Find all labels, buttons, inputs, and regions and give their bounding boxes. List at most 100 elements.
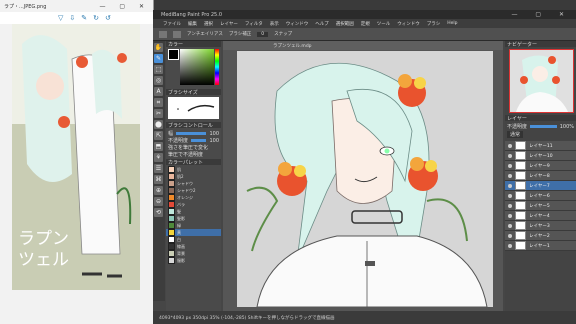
blend-mode-select[interactable]: 通常 [507,131,524,138]
stamp-tool-icon[interactable]: ⚘ [154,153,163,162]
undo-icon[interactable] [159,30,167,38]
palette-item-label: 服影 [177,257,185,263]
layer-row[interactable]: レイヤー9 [505,161,576,171]
menu-help[interactable]: ヘルプ [315,21,329,27]
palette-item[interactable]: シャドウ2 [166,187,221,194]
palette-item[interactable]: 白 [166,236,221,243]
antialias-label[interactable]: アンチエイリアス [187,31,223,37]
layer-row[interactable]: レイヤー2 [505,231,576,241]
menu-help-en[interactable]: Help [447,21,457,26]
brush-size-preview[interactable] [168,97,219,119]
eye-icon[interactable] [508,213,512,218]
menu-view[interactable]: 表示 [270,21,279,27]
layer-row[interactable]: レイヤー3 [505,221,576,231]
palette-item[interactable]: 線画 [166,243,221,250]
palette-item[interactable]: シャドウ [166,180,221,187]
palette-item[interactable]: 背景 [166,250,221,257]
gradient-tool-icon[interactable]: ⬒ [154,142,163,151]
brush-tool-icon[interactable]: ✎ [154,54,163,63]
opacity-slider-track[interactable] [191,139,207,142]
menu-edit[interactable]: 編集 [188,21,197,27]
eye-icon[interactable] [508,183,512,188]
width-slider-track[interactable] [176,132,207,135]
menu-window-2[interactable]: ウィンドウ [397,21,420,27]
eye-icon[interactable] [508,153,512,158]
layer-opacity-slider[interactable] [530,125,557,128]
zoom-out-icon[interactable]: ⊖ [154,197,163,206]
zoom-in-icon[interactable]: ⊕ [154,186,163,195]
layer-row[interactable]: レイヤー8 [505,171,576,181]
layer-row[interactable]: レイヤー7 [505,181,576,191]
cut-tool-icon[interactable]: ✂ [154,109,163,118]
eye-icon[interactable] [508,233,512,238]
layer-opacity-row[interactable]: 不透明度 100% [507,123,574,131]
pressure-size-checkbox[interactable]: 強さを筆圧で変化 [168,144,208,151]
rotate-left-icon[interactable]: ↺ [105,14,111,22]
app-window-controls[interactable]: — ▢ ✕ [511,11,576,18]
menu-tool[interactable]: ツール [377,21,391,27]
palette-item[interactable]: バラ [166,201,221,208]
transform-tool-icon[interactable]: ⌘ [154,175,163,184]
menu-layer[interactable]: レイヤー [220,21,238,27]
document-tab[interactable]: ラプンツェル.mdp [223,41,503,50]
pressure-opacity-checkbox[interactable]: 筆圧で不透明度 [168,151,203,158]
eye-icon[interactable] [508,193,512,198]
hand-tool-icon[interactable]: ✋ [154,43,163,52]
eye-icon[interactable] [508,173,512,178]
opacity-slider-row[interactable]: 不透明度 100 [168,137,219,145]
redo-icon[interactable] [173,30,181,38]
palette-item[interactable]: オレンジ [166,194,221,201]
palette-item[interactable]: 肌2 [166,173,221,180]
navigator-preview[interactable] [509,49,574,113]
rotate-right-icon[interactable]: ↻ [93,14,99,22]
grid-tool-icon[interactable]: ⌗ [154,98,163,107]
lasso-tool-icon[interactable]: ◎ [154,76,163,85]
eye-icon[interactable] [508,163,512,168]
filter-icon[interactable]: ▽ [58,14,63,22]
menu-ruler[interactable]: 定規 [361,21,370,27]
viewer-title-bar: ラプ・...JPEG.png — ▢ ✕ [0,0,153,12]
text-tool-icon[interactable]: A [154,87,163,96]
rotate-view-icon[interactable]: ⟲ [154,208,163,217]
menu-selection-range[interactable]: 選択範囲 [336,21,354,27]
layer-row[interactable]: レイヤー5 [505,201,576,211]
palette-item[interactable]: 緑 [166,222,221,229]
drawing-canvas[interactable] [237,51,493,307]
menu-filter[interactable]: フィルタ [245,21,263,27]
menu-file[interactable]: ファイル [163,21,181,27]
move-tool-icon[interactable]: ⇱ [154,131,163,140]
palette-item[interactable]: 服影 [166,257,221,264]
width-slider-row[interactable]: 幅 100 [168,130,219,138]
edit-icon[interactable]: ✎ [81,14,87,22]
menu-brush[interactable]: ブラシ [427,21,440,27]
layer-row[interactable]: レイヤー11 [505,141,576,151]
hue-slider[interactable] [215,49,219,85]
image-viewer-window: ラプ・...JPEG.png — ▢ ✕ ▽ ⇩ ✎ ↻ ↺ ラプン ツェル [0,0,154,324]
color-saturation-picker[interactable] [180,49,214,85]
layer-row[interactable]: レイヤー10 [505,151,576,161]
menu-select[interactable]: 選択 [204,21,213,27]
panel-tool-icon[interactable]: ☰ [154,164,163,173]
layer-row[interactable]: レイヤー4 [505,211,576,221]
brush-correction-label[interactable]: ブラシ補正 [229,31,251,37]
eye-icon[interactable] [508,243,512,248]
layer-row[interactable]: レイヤー6 [505,191,576,201]
correction-value[interactable]: 0 [257,31,269,37]
palette-item[interactable]: 黄 [166,229,221,236]
window-controls[interactable]: — ▢ ✕ [99,3,153,10]
snap-label[interactable]: スナップ [274,31,292,37]
eye-icon[interactable] [508,223,512,228]
download-icon[interactable]: ⇩ [69,14,75,22]
palette-item[interactable]: 肌 [166,166,221,173]
palette-item-label: 線画 [177,243,185,249]
layer-row[interactable]: レイヤー1 [505,241,576,251]
primary-color-swatch[interactable] [168,49,179,60]
menu-window[interactable]: ウィンドウ [286,21,309,27]
palette-item[interactable]: 髪影 [166,215,221,222]
palette-item[interactable]: 髪 [166,208,221,215]
eye-icon[interactable] [508,203,512,208]
eye-icon[interactable] [508,143,512,148]
fill-tool-icon[interactable]: ⬤ [154,120,163,129]
layer-name: レイヤー10 [529,153,553,159]
select-tool-icon[interactable]: ⬚ [154,65,163,74]
